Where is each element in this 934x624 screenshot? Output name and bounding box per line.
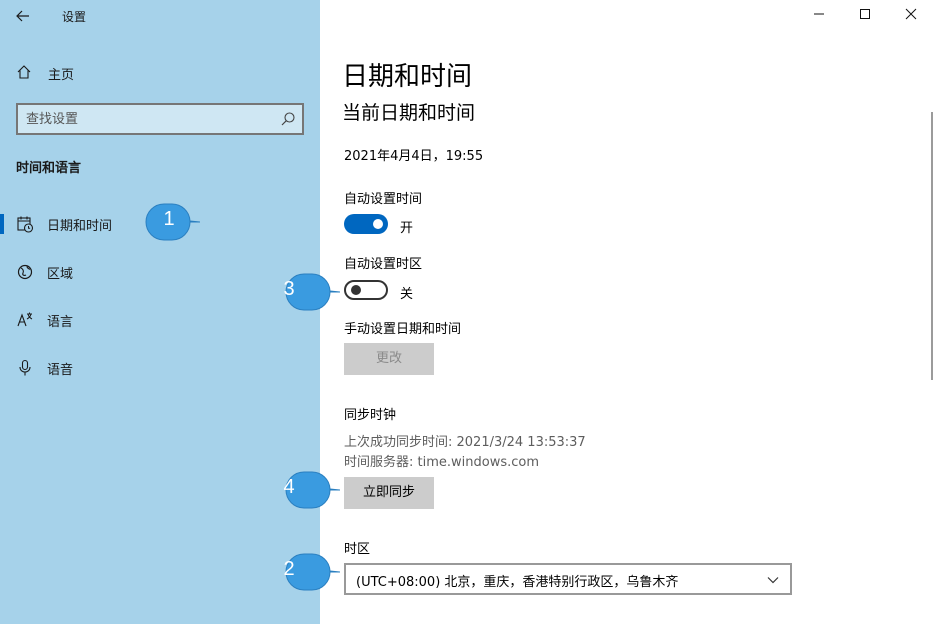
auto-timezone-label: 自动设置时区 bbox=[344, 257, 423, 272]
calendar-clock-icon bbox=[17, 216, 34, 233]
callout-marker-1: 1 bbox=[130, 200, 200, 241]
toggle-knob bbox=[351, 285, 361, 295]
back-arrow-icon bbox=[16, 10, 29, 22]
auto-timezone-toggle[interactable] bbox=[344, 280, 388, 300]
search-field[interactable] bbox=[16, 103, 304, 135]
callout-marker-2: 2 bbox=[270, 550, 340, 591]
globe-icon bbox=[17, 264, 33, 280]
search-icon[interactable] bbox=[280, 111, 296, 127]
auto-timezone-state: 关 bbox=[400, 287, 414, 302]
language-icon bbox=[17, 312, 33, 327]
minimize-icon bbox=[814, 13, 824, 15]
auto-time-state: 开 bbox=[400, 221, 414, 236]
scrollbar[interactable] bbox=[931, 112, 933, 380]
page-title: 日期和时间 bbox=[342, 62, 473, 92]
time-server-text: 时间服务器: time.windows.com bbox=[344, 455, 540, 470]
auto-time-label: 自动设置时间 bbox=[344, 192, 423, 207]
maximize-button[interactable] bbox=[842, 0, 888, 32]
app-title: 设置 bbox=[62, 10, 87, 24]
sidebar-item-speech[interactable]: 语音 bbox=[0, 350, 320, 386]
minimize-button[interactable] bbox=[796, 0, 842, 32]
manual-set-label: 手动设置日期和时间 bbox=[344, 322, 462, 337]
microphone-icon bbox=[19, 359, 31, 376]
main-panel bbox=[320, 0, 934, 624]
toggle-knob bbox=[373, 219, 383, 229]
section-subtitle: 当前日期和时间 bbox=[342, 102, 476, 124]
back-button[interactable] bbox=[8, 4, 38, 28]
timezone-label: 时区 bbox=[344, 542, 371, 557]
callout-marker-4: 4 bbox=[270, 468, 340, 509]
sidebar-item-label: 语言 bbox=[47, 315, 74, 330]
title-bar: 设置 bbox=[0, 0, 320, 32]
change-button[interactable]: 更改 bbox=[344, 343, 434, 375]
timezone-select[interactable]: (UTC+08:00) 北京，重庆，香港特别行政区，乌鲁木齐 bbox=[344, 563, 792, 595]
sidebar-item-label: 主页 bbox=[48, 68, 75, 83]
callout-number: 3 bbox=[283, 278, 295, 300]
sidebar-item-label: 语音 bbox=[47, 363, 74, 378]
last-sync-text: 上次成功同步时间: 2021/3/24 13:53:37 bbox=[344, 435, 586, 450]
home-icon bbox=[17, 65, 31, 79]
chevron-down-icon bbox=[767, 577, 779, 584]
callout-number: 2 bbox=[283, 558, 295, 580]
search-input[interactable] bbox=[26, 109, 266, 129]
close-button[interactable] bbox=[888, 0, 934, 32]
maximize-icon bbox=[860, 9, 870, 19]
sync-clock-title: 同步时钟 bbox=[344, 408, 397, 423]
close-icon bbox=[905, 8, 917, 20]
callout-marker-3: 3 bbox=[270, 270, 340, 311]
callout-number: 1 bbox=[163, 208, 175, 230]
timezone-value: (UTC+08:00) 北京，重庆，香港特别行政区，乌鲁木齐 bbox=[356, 575, 679, 590]
current-datetime: 2021年4月4日，19:55 bbox=[344, 149, 484, 164]
sidebar-item-home[interactable]: 主页 bbox=[0, 58, 320, 88]
section-title: 时间和语言 bbox=[16, 161, 82, 176]
sidebar-item-label: 区域 bbox=[47, 267, 74, 282]
sidebar-item-label: 日期和时间 bbox=[47, 219, 113, 234]
callout-number: 4 bbox=[283, 476, 295, 498]
auto-time-toggle[interactable] bbox=[344, 214, 388, 234]
sync-now-button[interactable]: 立即同步 bbox=[344, 477, 434, 509]
